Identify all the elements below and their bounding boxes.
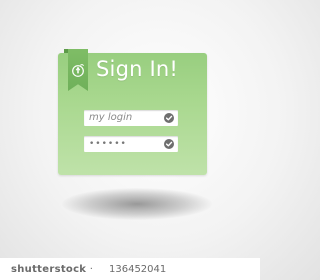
ribbon-fold <box>64 49 68 53</box>
watermark-brand: shutterstock · <box>11 264 94 275</box>
watermark-id: 136452041 <box>109 264 167 275</box>
sign-in-title: Sign In! <box>96 57 179 81</box>
login-field[interactable]: my login <box>84 110 178 126</box>
lock-icon <box>71 62 85 77</box>
check-icon <box>164 113 174 123</box>
password-field[interactable]: •••••• <box>84 136 178 152</box>
password-input-value[interactable]: •••••• <box>89 136 127 152</box>
check-icon <box>164 139 174 149</box>
login-input-value[interactable]: my login <box>89 110 132 126</box>
panel-shadow <box>62 188 212 220</box>
